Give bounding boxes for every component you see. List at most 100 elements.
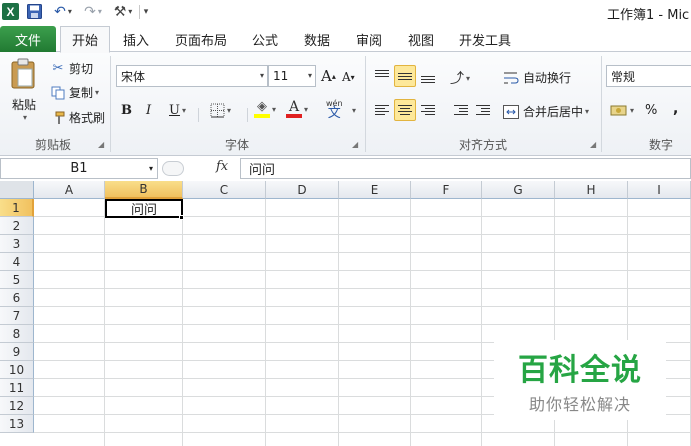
paste-button[interactable]: 粘贴 ▾ [6, 58, 42, 122]
row-header-4[interactable]: 4 [0, 253, 34, 271]
tab-developer[interactable]: 开发工具 [452, 26, 518, 52]
underline-label: U [169, 103, 180, 118]
gridline-horizontal [34, 306, 691, 307]
column-header-h[interactable]: H [555, 181, 628, 199]
align-bottom-button[interactable] [417, 65, 439, 87]
phonetic-dropdown-icon[interactable]: ▾ [350, 106, 356, 115]
comma-style-button[interactable]: , [673, 101, 678, 117]
clipboard-dialog-launcher-icon[interactable]: ◢ [98, 140, 104, 149]
name-box[interactable]: B1 ▾ [0, 158, 158, 179]
font-size-combo[interactable]: 11 ▾ [268, 65, 316, 87]
font-separator [198, 108, 199, 122]
borders-dropdown-icon[interactable]: ▾ [227, 106, 231, 115]
column-header-g[interactable]: G [482, 181, 555, 199]
row-header-10[interactable]: 10 [0, 361, 34, 379]
accounting-dropdown-icon[interactable]: ▾ [630, 106, 634, 115]
column-header-c[interactable]: C [183, 181, 266, 199]
row-header-3[interactable]: 3 [0, 235, 34, 253]
alignment-dialog-launcher-icon[interactable]: ◢ [590, 140, 596, 149]
insert-function-icon[interactable]: fx [216, 159, 228, 174]
align-middle-button[interactable] [394, 65, 416, 87]
redo-icon[interactable]: ↷ ▾ [80, 3, 106, 20]
row-header-9[interactable]: 9 [0, 343, 34, 361]
font-dialog-launcher-icon[interactable]: ◢ [352, 140, 358, 149]
row-header-5[interactable]: 5 [0, 271, 34, 289]
row-header-13[interactable]: 13 [0, 415, 34, 433]
column-header-e[interactable]: E [339, 181, 411, 199]
tab-file[interactable]: 文件 [0, 26, 56, 52]
tab-page-layout[interactable]: 页面布局 [168, 26, 234, 52]
paste-dropdown-icon[interactable]: ▾ [23, 113, 27, 122]
align-center-button[interactable] [394, 99, 416, 121]
select-all-corner[interactable] [0, 181, 34, 199]
format-painter-button[interactable]: 格式刷 [50, 109, 105, 126]
grow-font-button[interactable]: A ▴ [321, 67, 336, 85]
format-painter-icon [50, 111, 66, 125]
cell-b1[interactable]: 问问 [105, 199, 183, 218]
fill-bucket-icon: ◈ [254, 100, 270, 118]
font-name-value: 宋体 [121, 69, 146, 84]
phonetic-button[interactable]: wén 文 [326, 99, 343, 120]
gridline-vertical [338, 199, 339, 446]
formula-input[interactable]: 问问 [240, 158, 691, 179]
font-color-dropdown-icon[interactable]: ▾ [304, 105, 308, 114]
percent-style-button[interactable]: % [645, 103, 657, 118]
tab-data[interactable]: 数据 [295, 26, 339, 52]
gridline-vertical [481, 199, 482, 446]
save-icon[interactable] [26, 3, 42, 20]
row-header-7[interactable]: 7 [0, 307, 34, 325]
merge-center-button[interactable]: 合并后居中 ▾ [503, 103, 589, 120]
column-header-b[interactable]: B [105, 181, 183, 199]
underline-dropdown-icon[interactable]: ▾ [182, 106, 186, 115]
align-right-button[interactable] [417, 99, 439, 121]
shrink-font-button[interactable]: A ▾ [342, 70, 355, 84]
row-header-11[interactable]: 11 [0, 379, 34, 397]
chevron-down-icon: ▾ [259, 71, 264, 80]
column-header-f[interactable]: F [411, 181, 482, 199]
font-group-label: 字体 [224, 138, 249, 152]
undo-icon[interactable]: ↶ ▾ [50, 3, 76, 20]
row-header-6[interactable]: 6 [0, 289, 34, 307]
align-top-button[interactable] [371, 65, 393, 87]
underline-button[interactable]: U ▾ [169, 103, 186, 118]
align-left-button[interactable] [371, 99, 393, 121]
formula-bar-resize-handle[interactable] [162, 161, 184, 176]
orientation-button[interactable]: ⤴ ▾ [450, 68, 470, 88]
tab-home[interactable]: 开始 [60, 26, 110, 53]
row-header-8[interactable]: 8 [0, 325, 34, 343]
tab-formulas[interactable]: 公式 [243, 26, 287, 52]
align-top-icon [375, 69, 389, 77]
increase-indent-button[interactable] [472, 99, 494, 121]
cut-button[interactable]: ✂ 剪切 [50, 60, 93, 77]
copy-dropdown-icon[interactable]: ▾ [95, 88, 99, 97]
wrap-text-button[interactable]: 自动换行 [503, 69, 571, 86]
fill-color-button[interactable]: ◈ ▾ [254, 100, 276, 118]
watermark: 百科全说 助你轻松解决 [494, 340, 666, 420]
row-header-2[interactable]: 2 [0, 217, 34, 235]
accounting-format-button[interactable]: ▾ [610, 103, 634, 117]
tab-view[interactable]: 视图 [399, 26, 443, 52]
borders-icon [210, 103, 225, 118]
row-header-12[interactable]: 12 [0, 397, 34, 415]
tab-insert[interactable]: 插入 [114, 26, 158, 52]
font-color-button[interactable]: A ▾ [286, 100, 308, 118]
excel-logo-icon[interactable]: X [2, 3, 19, 20]
tab-review[interactable]: 审阅 [347, 26, 391, 52]
bold-button[interactable]: B [121, 103, 132, 118]
italic-button[interactable]: I [146, 103, 151, 118]
column-header-i[interactable]: I [628, 181, 691, 199]
decrease-indent-button[interactable] [450, 99, 472, 121]
customize-tool-icon[interactable]: ⚒ ▾ [110, 3, 136, 20]
fill-color-dropdown-icon[interactable]: ▾ [272, 105, 276, 114]
number-format-combo[interactable]: 常规 [606, 65, 691, 87]
merge-center-dropdown-icon[interactable]: ▾ [585, 107, 589, 116]
qat-more-icon[interactable]: ▾ [141, 3, 151, 20]
column-header-a[interactable]: A [34, 181, 105, 199]
row-header-1[interactable]: 1 [0, 199, 34, 217]
copy-button[interactable]: 复制 ▾ [50, 84, 99, 101]
column-header-d[interactable]: D [266, 181, 339, 199]
align-middle-icon [398, 72, 412, 80]
borders-button[interactable]: ▾ [210, 103, 231, 118]
fill-handle[interactable] [179, 215, 184, 220]
font-name-combo[interactable]: 宋体 ▾ [116, 65, 268, 87]
